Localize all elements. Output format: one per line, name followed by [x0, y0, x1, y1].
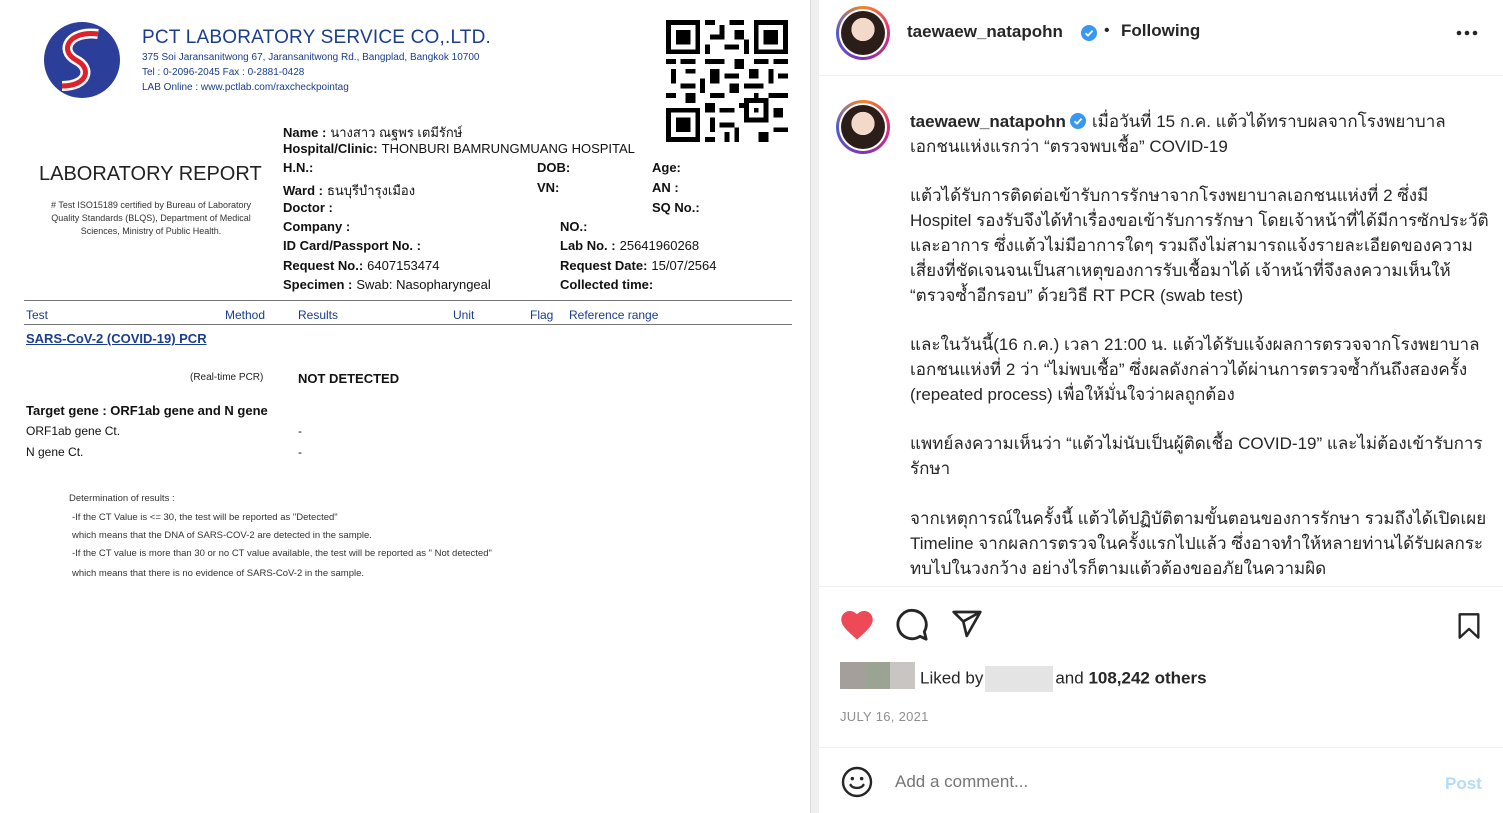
header-username[interactable]: taewaew_natapohn — [907, 22, 1063, 42]
caption-username[interactable]: taewaew_natapohn — [910, 112, 1066, 131]
test-name: SARS-CoV-2 (COVID-19) PCR — [26, 331, 207, 346]
company-address: 375 Soi Jaransanitwong 67, Jaransanitwon… — [142, 52, 480, 63]
blurred-username — [985, 666, 1054, 692]
caption-paragraph: และในวันนี้(16 ก.ค.) เวลา 21:00 น. แต้วไ… — [910, 335, 1480, 404]
emoji-icon[interactable] — [841, 766, 873, 798]
divider-line — [24, 300, 792, 301]
doctor-field: Doctor : — [283, 200, 333, 215]
test-result: NOT DETECTED — [298, 371, 400, 386]
caption-first: taewaew_natapohn เมื่อวันที่ 15 ก.ค. แต้ว… — [910, 109, 1490, 159]
qr-code — [666, 20, 788, 142]
determination-line: -If the CT value is more than 30 or no C… — [72, 548, 492, 559]
gene-name: ORF1ab gene Ct. — [26, 424, 121, 438]
gene-value: - — [298, 424, 302, 438]
determination-line: -If the CT Value is <= 30, the test will… — [72, 512, 338, 523]
determination-line: which means that there is no evidence of… — [72, 568, 365, 579]
determination-line: Determination of results : — [69, 493, 175, 504]
iso-note: # Test ISO15189 certified by Bureau of L… — [51, 200, 251, 236]
share-icon[interactable] — [950, 608, 984, 640]
vn-field: VN: — [537, 180, 560, 195]
separator-dot: • — [1104, 22, 1110, 39]
avatar[interactable] — [836, 6, 890, 60]
dob-field: DOB: — [537, 160, 571, 175]
gene-name: N gene Ct. — [26, 445, 84, 459]
specimen-field: Specimen : Swab: Nasopharyngeal — [283, 277, 491, 292]
column-header: Results — [298, 308, 339, 322]
company-field: Company : — [283, 219, 351, 234]
action-bar — [819, 586, 1503, 656]
verified-icon — [1081, 25, 1097, 41]
caption-paragraph: แพทย์ลงความเห็นว่า “แต้วไม่นับเป็นผู้ติด… — [910, 434, 1483, 478]
column-header: Flag — [530, 308, 554, 322]
column-header: Unit — [453, 308, 475, 322]
post-panel: taewaew_natapohn • Following taewaew_nat… — [819, 0, 1503, 813]
more-icon[interactable] — [1453, 22, 1481, 44]
caption-avatar[interactable] — [836, 100, 890, 154]
hospital-field: Hospital/Clinic: THONBURI BAMRUNGMUANG HO… — [283, 141, 635, 156]
verified-icon — [1069, 113, 1086, 129]
heart-icon[interactable] — [839, 608, 875, 641]
column-header: Test — [26, 308, 49, 322]
test-method: (Real-time PCR) — [190, 372, 264, 383]
company-phone: Tel : 0-2096-2045 Fax : 0-2881-0428 — [142, 67, 305, 78]
caption-area: taewaew_natapohn เมื่อวันที่ 15 ก.ค. แต้ว… — [819, 77, 1503, 586]
likes-summary[interactable]: Liked by and 108,242 others — [920, 666, 1207, 692]
likes-count[interactable]: 108,242 others — [1088, 668, 1206, 687]
ward-field: Ward : ธนบุรีบำรุงเมือง — [283, 183, 416, 198]
caption-paragraph: จากเหตุการณ์ในครั้งนี้ แต้วได้ปฏิบัติตาม… — [910, 509, 1487, 578]
liked-by-avatars[interactable] — [840, 662, 915, 689]
age-field: Age: — [652, 160, 681, 175]
target-gene: Target gene : ORF1ab gene and N gene — [26, 403, 268, 418]
panel-divider — [810, 0, 819, 813]
name-field: Name : นางสาว ณฐพร เตมีรักษ์ — [283, 125, 463, 140]
divider-line — [24, 324, 792, 325]
pct-logo — [44, 22, 120, 98]
post-header: taewaew_natapohn • Following — [819, 0, 1503, 76]
gene-value: - — [298, 445, 302, 459]
post-comment-button[interactable]: Post — [1445, 774, 1482, 794]
post-date[interactable]: JULY 16, 2021 — [840, 709, 929, 724]
collected-time-field: Collected time: — [560, 277, 654, 292]
lab-online-link: LAB Online : www.pctlab.com/raxcheckpoin… — [142, 82, 349, 93]
request-date-field: Request Date: 15/07/2564 — [560, 258, 717, 273]
no-field: NO.: — [560, 219, 588, 234]
comment-input[interactable] — [895, 772, 1415, 792]
request-no-field: Request No.: 6407153474 — [283, 258, 440, 273]
sq-field: SQ No.: — [652, 200, 700, 215]
determination-line: which means that the DNA of SARS-COV-2 a… — [72, 530, 372, 541]
column-header: Reference range — [569, 308, 659, 322]
bookmark-icon[interactable] — [1455, 610, 1483, 642]
comment-icon[interactable] — [895, 608, 929, 642]
lab-report-image: PCT LABORATORY SERVICE CO,.LTD. 375 Soi … — [0, 0, 810, 813]
caption-paragraph: แต้วได้รับการติดต่อเข้ารับการรักษาจากโรง… — [910, 186, 1489, 305]
lab-no-field: Lab No. :25641960268 — [560, 238, 700, 253]
an-field: AN : — [652, 180, 679, 195]
hn-field: H.N.: — [283, 160, 314, 175]
company-name: PCT LABORATORY SERVICE CO,.LTD. — [142, 27, 492, 48]
following-button[interactable]: Following — [1121, 21, 1200, 41]
column-header: Method — [225, 308, 266, 322]
comment-bar: Post — [819, 747, 1503, 813]
report-title: LABORATORY REPORT — [39, 163, 262, 185]
id-card-field: ID Card/Passport No. : — [283, 238, 421, 253]
